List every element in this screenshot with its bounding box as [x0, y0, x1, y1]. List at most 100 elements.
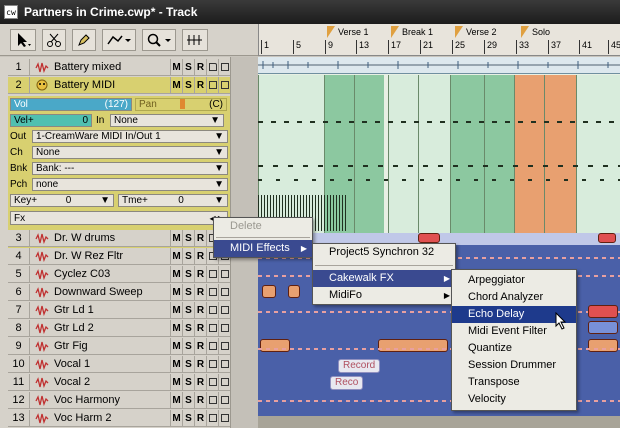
- track-name[interactable]: Voc Harmony: [51, 394, 170, 406]
- track-row[interactable]: 3 Dr. W drums M S R: [8, 230, 230, 247]
- minimize-track-icon[interactable]: [218, 410, 230, 426]
- solo-button[interactable]: S: [182, 77, 194, 93]
- solo-button[interactable]: S: [182, 230, 194, 246]
- mute-button[interactable]: M: [170, 302, 182, 318]
- fx-bin-icon[interactable]: [206, 410, 218, 426]
- record-button[interactable]: R: [194, 374, 206, 390]
- menu-item-midi-effects[interactable]: MIDI Effects ▶: [214, 240, 312, 257]
- solo-button[interactable]: S: [182, 302, 194, 318]
- marker-break-1[interactable]: Break 1: [391, 26, 433, 38]
- audio-clip[interactable]: [262, 285, 276, 298]
- record-button[interactable]: R: [194, 266, 206, 282]
- track-row[interactable]: 11 Vocal 2 M S R: [8, 374, 230, 391]
- minimize-track-icon[interactable]: [218, 302, 230, 318]
- snap-button[interactable]: [182, 28, 208, 51]
- record-button[interactable]: R: [194, 302, 206, 318]
- menu-item-midifo[interactable]: MidiFo ▶: [313, 287, 455, 304]
- mute-button[interactable]: M: [170, 392, 182, 408]
- fx-bin-icon[interactable]: [206, 374, 218, 390]
- bank-select[interactable]: Bank: --- ▼: [32, 161, 228, 175]
- audio-clip[interactable]: [588, 321, 618, 334]
- mute-button[interactable]: M: [170, 77, 182, 93]
- marker-verse-2[interactable]: Verse 2: [455, 26, 497, 38]
- minimize-track-icon[interactable]: [218, 59, 230, 75]
- mute-button[interactable]: M: [170, 284, 182, 300]
- minimize-track-icon[interactable]: [218, 392, 230, 408]
- menu-item-project5-synchron[interactable]: Project5 Synchron 32: [313, 244, 455, 261]
- marker-verse-1[interactable]: Verse 1: [327, 26, 369, 38]
- record-button[interactable]: R: [194, 248, 206, 264]
- track-row[interactable]: 6 Downward Sweep M S R: [8, 284, 230, 301]
- volume-field[interactable]: Vol (127): [10, 97, 132, 111]
- draw-tool-button[interactable]: [72, 28, 96, 51]
- mute-button[interactable]: M: [170, 374, 182, 390]
- track-name[interactable]: Vocal 2: [51, 376, 170, 388]
- solo-button[interactable]: S: [182, 374, 194, 390]
- track-name[interactable]: Cyclez C03: [51, 268, 170, 280]
- patch-select[interactable]: none ▼: [32, 177, 228, 191]
- solo-button[interactable]: S: [182, 410, 194, 426]
- record-button[interactable]: R: [194, 410, 206, 426]
- expanded-track-clips[interactable]: [258, 57, 620, 233]
- timeline-ruler[interactable]: Verse 1 Break 1 Verse 2 Solo 1 5 9 13 17…: [258, 24, 620, 56]
- track-row[interactable]: 1 Battery mixed M S R: [8, 59, 230, 76]
- track-name[interactable]: Battery MIDI: [51, 79, 170, 91]
- track-row-selected[interactable]: 2 Battery MIDI M S R: [8, 77, 230, 94]
- record-button[interactable]: R: [194, 392, 206, 408]
- audio-clip[interactable]: [378, 339, 448, 352]
- audio-clip[interactable]: [588, 339, 618, 352]
- solo-button[interactable]: S: [182, 338, 194, 354]
- minimize-track-icon[interactable]: [218, 338, 230, 354]
- fx-bin-icon[interactable]: [206, 302, 218, 318]
- track-name[interactable]: Battery mixed: [51, 61, 170, 73]
- minimize-track-icon[interactable]: [218, 266, 230, 282]
- track-row[interactable]: 4 Dr. W Rez Fltr M S R: [8, 248, 230, 265]
- mute-button[interactable]: M: [170, 59, 182, 75]
- record-button[interactable]: R: [194, 230, 206, 246]
- track-row[interactable]: 8 Gtr Ld 2 M S R: [8, 320, 230, 337]
- edit-tool-button[interactable]: [42, 28, 66, 51]
- record-clip[interactable]: Reco: [330, 376, 364, 390]
- minimize-track-icon[interactable]: [218, 356, 230, 372]
- cakewalk-icon[interactable]: cw: [4, 5, 18, 19]
- mute-button[interactable]: M: [170, 266, 182, 282]
- midi-clip[interactable]: [544, 75, 576, 233]
- envelope-tool-button[interactable]: [102, 28, 136, 51]
- midi-clip[interactable]: [514, 75, 544, 233]
- record-button[interactable]: R: [194, 59, 206, 75]
- track-name[interactable]: Dr. W Rez Fltr: [51, 250, 170, 262]
- mute-button[interactable]: M: [170, 248, 182, 264]
- record-button[interactable]: R: [194, 77, 206, 93]
- menu-item-arpeggiator[interactable]: Arpeggiator: [452, 272, 576, 289]
- fx-bin-icon[interactable]: [206, 320, 218, 336]
- track-row[interactable]: 13 Voc Harm 2 M S R: [8, 410, 230, 427]
- menu-item-transpose[interactable]: Transpose: [452, 374, 576, 391]
- track-row[interactable]: 5 Cyclez C03 M S R: [8, 266, 230, 283]
- midi-clip[interactable]: [354, 75, 384, 233]
- midi-clip[interactable]: [576, 75, 620, 233]
- solo-button[interactable]: S: [182, 248, 194, 264]
- track-row[interactable]: 7 Gtr Ld 1 M S R: [8, 302, 230, 319]
- fx-bin-icon[interactable]: [206, 77, 218, 93]
- solo-button[interactable]: S: [182, 284, 194, 300]
- audio-clip[interactable]: [288, 285, 300, 298]
- minimize-track-icon[interactable]: [218, 374, 230, 390]
- track-name[interactable]: Dr. W drums: [51, 232, 170, 244]
- track-name[interactable]: Gtr Ld 2: [51, 322, 170, 334]
- pan-field[interactable]: Pan (C): [135, 97, 227, 111]
- fx-bin[interactable]: Fx◀ ▶: [10, 211, 228, 225]
- record-button[interactable]: R: [194, 320, 206, 336]
- mute-button[interactable]: M: [170, 410, 182, 426]
- fx-bin-icon[interactable]: [206, 266, 218, 282]
- output-select[interactable]: 1-CreamWare MIDI In/Out 1 ▼: [32, 129, 228, 143]
- fx-bin-icon[interactable]: [206, 392, 218, 408]
- time-offset-field[interactable]: Tme+ 0 ▼: [118, 193, 228, 207]
- solo-button[interactable]: S: [182, 392, 194, 408]
- record-clip[interactable]: Record: [338, 359, 381, 373]
- midi-clip[interactable]: [388, 75, 418, 233]
- audio-clip[interactable]: [588, 305, 618, 318]
- minimize-track-icon[interactable]: [218, 77, 230, 93]
- audio-clip[interactable]: [598, 233, 616, 243]
- track-name[interactable]: Downward Sweep: [51, 286, 170, 298]
- track-name[interactable]: Gtr Fig: [51, 340, 170, 352]
